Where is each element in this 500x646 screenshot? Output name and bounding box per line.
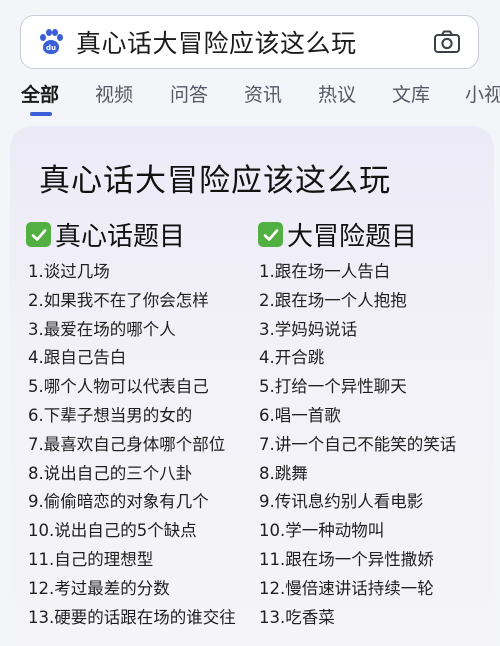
list-item: 2.如果我不在了你会怎样: [28, 290, 209, 310]
tab-discussion[interactable]: 热议: [318, 80, 356, 107]
check-mark-icon: [26, 222, 51, 247]
active-tab-indicator: [30, 112, 52, 116]
tab-short-video[interactable]: 小视: [465, 80, 500, 107]
list-item: 13.吃香菜: [259, 607, 335, 627]
camera-icon[interactable]: [432, 27, 462, 57]
truth-list: 1.谈过几场 2.如果我不在了你会怎样 3.最爱在场的哪个人 4.跟自己告白 5…: [28, 258, 236, 632]
search-tabs: 全部 视频 问答 资讯 热议 文库 小视: [0, 80, 500, 120]
truth-heading: 真心话题目: [26, 216, 185, 253]
list-item: 10.学一种动物叫: [259, 521, 385, 541]
dare-heading-label: 大冒险题目: [287, 222, 418, 252]
list-item: 12.慢倍速讲话持续一轮: [259, 578, 434, 598]
list-item: 6.下辈子想当男的女的: [28, 405, 193, 425]
search-bar[interactable]: du 真心话大冒险应该这么玩: [20, 15, 479, 69]
tab-video[interactable]: 视频: [95, 80, 133, 107]
card-title: 真心话大冒险应该这么玩: [39, 163, 391, 199]
list-item: 10.说出自己的5个缺点: [28, 521, 197, 541]
tab-news[interactable]: 资讯: [244, 80, 282, 107]
list-item: 3.最爱在场的哪个人: [28, 319, 176, 339]
truth-heading-label: 真心话题目: [55, 222, 186, 252]
list-item: 8.跳舞: [259, 463, 308, 483]
list-item: 11.自己的理想型: [28, 549, 154, 569]
list-item: 4.开合跳: [259, 348, 325, 368]
list-item: 1.跟在场一人告白: [259, 262, 391, 281]
list-item: 7.讲一个自己不能笑的笑话: [259, 434, 457, 454]
baidu-paw-icon: du: [38, 29, 64, 55]
list-item: 12.考过最差的分数: [28, 578, 170, 598]
list-item: 13.硬要的话跟在场的谁交往: [28, 607, 236, 627]
tab-library[interactable]: 文库: [392, 80, 430, 107]
list-item: 6.唱一首歌: [259, 405, 341, 425]
search-query[interactable]: 真心话大冒险应该这么玩: [76, 24, 432, 60]
list-item: 3.学妈妈说话: [259, 319, 358, 339]
list-item: 9.偷偷暗恋的对象有几个: [28, 492, 209, 512]
list-item: 1.谈过几场: [28, 262, 110, 281]
list-item: 4.跟自己告白: [28, 348, 127, 368]
list-item: 11.跟在场一个异性撒娇: [259, 549, 434, 569]
list-item: 8.说出自己的三个八卦: [28, 463, 193, 483]
check-mark-icon: [258, 222, 283, 247]
list-item: 7.最喜欢自己身体哪个部位: [28, 434, 226, 454]
dare-list: 1.跟在场一人告白 2.跟在场一个人抱抱 3.学妈妈说话 4.开合跳 5.打给一…: [259, 258, 456, 632]
tab-all[interactable]: 全部: [21, 80, 59, 107]
dare-heading: 大冒险题目: [258, 216, 417, 253]
list-item: 5.哪个人物可以代表自己: [28, 377, 209, 397]
list-item: 9.传讯息约别人看电影: [259, 492, 424, 512]
list-item: 2.跟在场一个人抱抱: [259, 290, 407, 310]
list-item: 5.打给一个异性聊天: [259, 377, 407, 397]
tab-qa[interactable]: 问答: [170, 80, 208, 107]
